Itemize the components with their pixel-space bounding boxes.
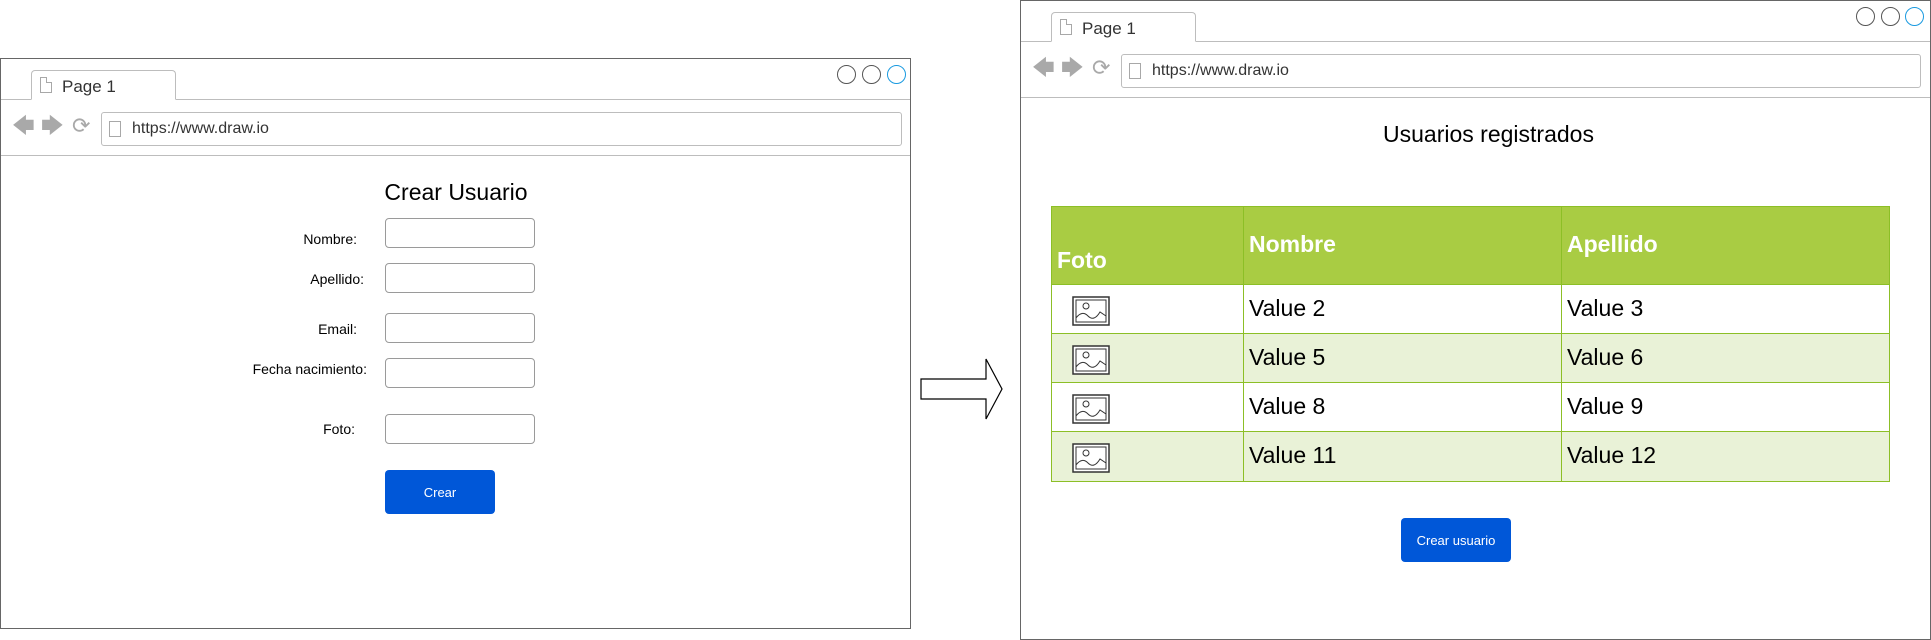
column-divider — [1243, 383, 1244, 431]
table-row[interactable]: Value 2 Value 3 — [1052, 285, 1889, 334]
apellido-label: Apellido: — [310, 271, 364, 287]
page-icon — [40, 77, 52, 93]
foto-label: Foto: — [323, 421, 355, 437]
navigation-bar: 🡄 🡆 ⟳ https://www.draw.io — [1, 99, 910, 156]
left-browser-window: Page 1 🡄 🡆 ⟳ https://www.draw.io Crear U… — [0, 58, 911, 629]
fecha-nacimiento-input[interactable] — [385, 358, 535, 388]
window-button-3[interactable] — [1905, 7, 1924, 26]
email-label: Email: — [318, 321, 357, 337]
column-divider — [1561, 285, 1562, 333]
header-apellido: Apellido — [1567, 231, 1658, 257]
nombre-input[interactable] — [385, 218, 535, 248]
foto-input[interactable] — [385, 414, 535, 444]
window-button-2[interactable] — [862, 65, 881, 84]
fecha-nacimiento-label: Fecha nacimiento: — [252, 361, 367, 377]
users-table: Foto Nombre Apellido Value 2 Value 3 Val… — [1051, 206, 1890, 482]
page-title: Usuarios registrados — [1383, 121, 1594, 147]
address-url: https://www.draw.io — [132, 120, 269, 137]
reload-icon[interactable]: ⟳ — [72, 115, 90, 137]
cell-nombre: Value 2 — [1249, 295, 1326, 321]
browser-tab[interactable]: Page 1 — [31, 70, 176, 100]
column-divider — [1561, 334, 1562, 382]
crear-button[interactable]: Crear — [385, 470, 495, 514]
column-divider — [1243, 207, 1244, 284]
window-button-1[interactable] — [837, 65, 856, 84]
forward-arrow-icon[interactable]: 🡆 — [1061, 57, 1084, 79]
table-row[interactable]: Value 5 Value 6 — [1052, 334, 1889, 383]
image-icon — [1072, 394, 1110, 424]
address-bar[interactable]: https://www.draw.io — [1121, 54, 1921, 88]
tab-label: Page 1 — [62, 77, 116, 96]
navigation-bar: 🡄 🡆 ⟳ https://www.draw.io — [1021, 41, 1930, 98]
column-divider — [1561, 432, 1562, 481]
browser-tab[interactable]: Page 1 — [1051, 12, 1196, 42]
cell-apellido: Value 9 — [1567, 393, 1644, 419]
address-url: https://www.draw.io — [1152, 62, 1289, 79]
cell-nombre: Value 11 — [1249, 442, 1337, 468]
column-divider — [1243, 432, 1244, 481]
crear-usuario-button[interactable]: Crear usuario — [1401, 518, 1511, 562]
address-bar[interactable]: https://www.draw.io — [101, 112, 902, 146]
email-input[interactable] — [385, 313, 535, 343]
image-icon — [1072, 443, 1110, 473]
header-foto: Foto — [1057, 247, 1107, 273]
header-nombre: Nombre — [1249, 231, 1336, 257]
column-divider — [1561, 207, 1562, 284]
cell-apellido: Value 12 — [1567, 442, 1657, 468]
tab-bar: Page 1 — [1, 59, 910, 100]
window-button-3[interactable] — [887, 65, 906, 84]
back-arrow-icon[interactable]: 🡄 — [1032, 57, 1055, 79]
cell-nombre: Value 8 — [1249, 393, 1326, 419]
column-divider — [1561, 383, 1562, 431]
image-icon — [1072, 345, 1110, 375]
cell-nombre: Value 5 — [1249, 344, 1326, 370]
table-header: Foto Nombre Apellido — [1052, 207, 1889, 285]
forward-arrow-icon[interactable]: 🡆 — [41, 115, 64, 137]
cell-apellido: Value 6 — [1567, 344, 1644, 370]
page-icon — [109, 121, 121, 137]
table-row[interactable]: Value 11 Value 12 — [1052, 432, 1889, 481]
tab-bar: Page 1 — [1021, 1, 1930, 42]
window-button-1[interactable] — [1856, 7, 1875, 26]
reload-icon[interactable]: ⟳ — [1092, 57, 1110, 79]
image-icon — [1072, 296, 1110, 326]
tab-label: Page 1 — [1082, 19, 1136, 38]
table-row[interactable]: Value 8 Value 9 — [1052, 383, 1889, 432]
page-icon — [1060, 19, 1072, 35]
form-title: Crear Usuario — [384, 179, 528, 205]
window-button-2[interactable] — [1881, 7, 1900, 26]
column-divider — [1243, 334, 1244, 382]
cell-apellido: Value 3 — [1567, 295, 1644, 321]
apellido-input[interactable] — [385, 263, 535, 293]
column-divider — [1243, 285, 1244, 333]
back-arrow-icon[interactable]: 🡄 — [12, 115, 35, 137]
flow-arrow-icon — [920, 358, 1003, 420]
nombre-label: Nombre: — [303, 231, 357, 247]
page-icon — [1129, 63, 1141, 79]
